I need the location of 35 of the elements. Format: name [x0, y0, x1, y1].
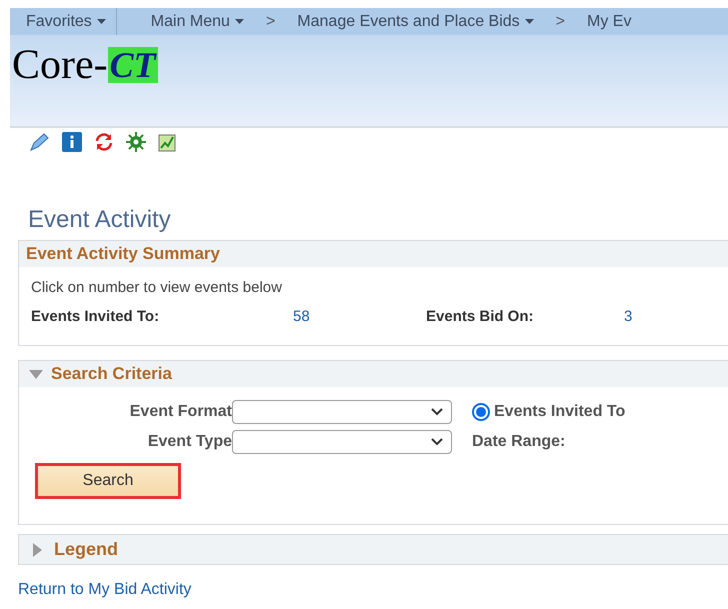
field-label: Event Type — [146, 432, 232, 452]
chart-report-icon[interactable] — [158, 132, 178, 152]
breadcrumb-separator: > — [266, 12, 276, 32]
field-label: Date Range: — [472, 432, 566, 452]
search-button[interactable]: Search — [35, 463, 181, 499]
expand-caret-icon[interactable] — [33, 542, 42, 556]
panel-title: Event Activity Summary — [26, 243, 220, 266]
info-icon[interactable] — [62, 132, 82, 152]
stat-label: Events Invited To: — [31, 306, 160, 326]
page-title: Event Activity — [28, 208, 172, 232]
count-link[interactable]: 3 — [624, 306, 632, 328]
pencil-icon[interactable] — [28, 132, 50, 152]
logo-mark: CT — [108, 47, 158, 83]
panel-title[interactable]: Search Criteria — [51, 361, 172, 387]
breadcrumb-separator: > — [556, 12, 565, 32]
nav-menu-item[interactable]: Manage Events and Place Bids — [297, 10, 520, 34]
return-link[interactable]: Return to My Bid Activity — [18, 578, 728, 602]
chevron-down-icon — [431, 438, 443, 446]
radio-button[interactable] — [472, 403, 490, 421]
logo-text: Core- — [12, 44, 108, 86]
refresh-icon[interactable] — [94, 132, 114, 152]
hint-text: Click on number to view events below — [31, 278, 283, 298]
panel-title[interactable]: Legend — [54, 536, 118, 563]
radio-label: Events Invited To — [494, 402, 626, 422]
collapse-caret-icon[interactable] — [29, 370, 43, 378]
field-label: Event Format — [128, 402, 232, 422]
nav-menu-item[interactable]: My Ev — [587, 10, 632, 34]
count-link[interactable]: 58 — [293, 306, 310, 328]
gear-icon[interactable] — [126, 132, 146, 152]
dropdown-field[interactable] — [232, 430, 452, 454]
nav-menu-item[interactable]: Main Menu — [150, 10, 230, 34]
stat-label: Events Bid On: — [426, 306, 535, 326]
chevron-down-icon — [431, 408, 443, 416]
dropdown-field[interactable] — [232, 400, 452, 424]
nav-menu-item[interactable]: Favorites — [26, 10, 92, 34]
